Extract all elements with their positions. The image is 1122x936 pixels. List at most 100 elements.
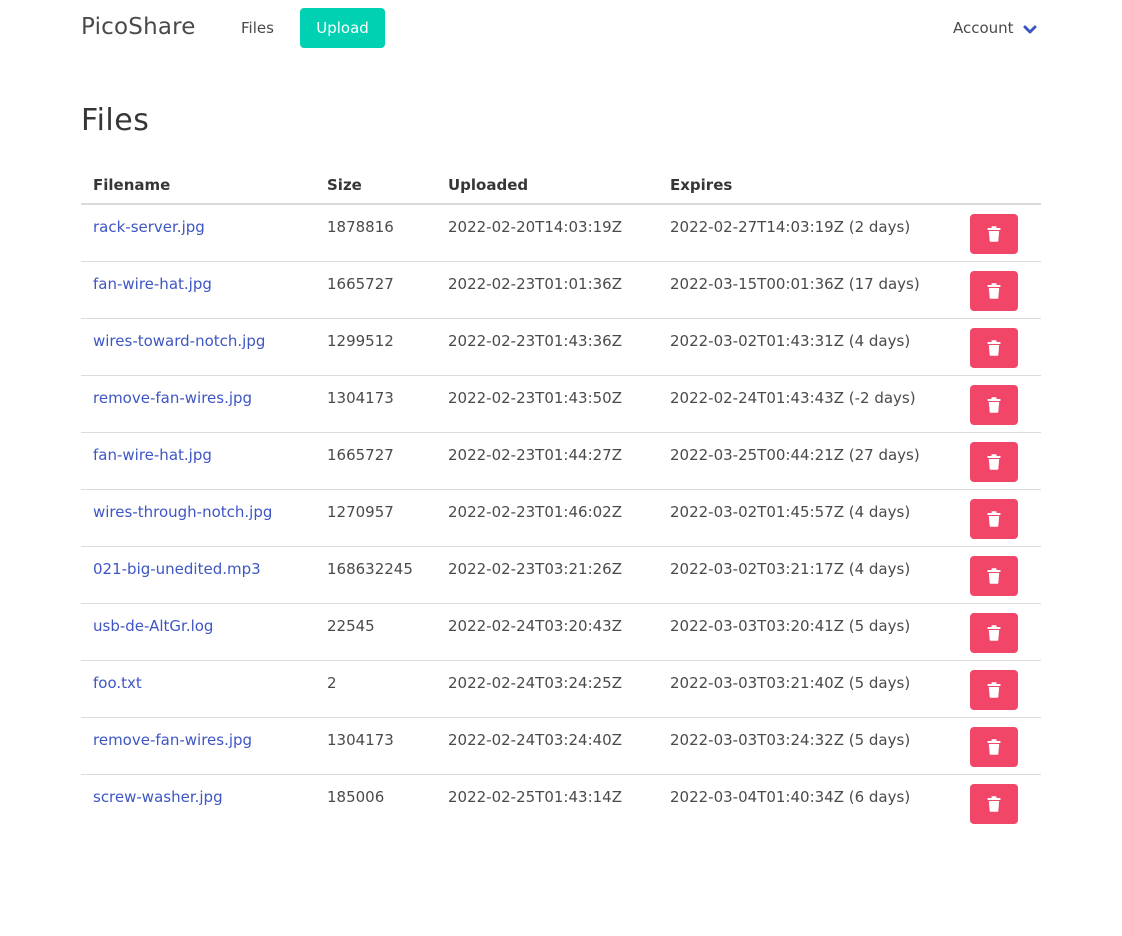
size-cell: 1665727 [315, 261, 436, 319]
delete-button[interactable] [970, 783, 1018, 824]
actions-cell [958, 318, 1041, 376]
files-table: Filename Size Uploaded Expires rack-serv… [81, 166, 1041, 831]
actions-cell [958, 261, 1041, 319]
uploaded-cell: 2022-02-24T03:20:43Z [436, 603, 658, 661]
trash-icon [987, 453, 1001, 470]
header-filename: Filename [81, 166, 315, 205]
brand-logo[interactable]: PicoShare [81, 14, 196, 40]
filename-cell: rack-server.jpg [81, 204, 315, 262]
file-link[interactable]: rack-server.jpg [93, 218, 205, 236]
file-link[interactable]: fan-wire-hat.jpg [93, 446, 212, 464]
expires-cell: 2022-03-03T03:20:41Z (5 days) [658, 603, 958, 661]
actions-cell [958, 717, 1041, 775]
table-row: screw-washer.jpg 185006 2022-02-25T01:43:1… [81, 774, 1041, 831]
size-cell: 1270957 [315, 489, 436, 547]
delete-button[interactable] [970, 327, 1018, 368]
navbar: PicoShare Files Upload Account [0, 0, 1122, 58]
delete-button[interactable] [970, 612, 1018, 653]
size-cell: 1878816 [315, 204, 436, 262]
filename-cell: remove-fan-wires.jpg [81, 375, 315, 433]
actions-cell [958, 432, 1041, 490]
size-cell: 2 [315, 660, 436, 718]
table-row: foo.txt 2 2022-02-24T03:24:25Z 2022-03-03T0… [81, 660, 1041, 718]
delete-button[interactable] [970, 555, 1018, 596]
table-header-row: Filename Size Uploaded Expires [81, 166, 1041, 205]
uploaded-cell: 2022-02-23T01:43:36Z [436, 318, 658, 376]
expires-cell: 2022-03-03T03:21:40Z (5 days) [658, 660, 958, 718]
actions-cell [958, 660, 1041, 718]
filename-cell: 021-big-unedited.mp3 [81, 546, 315, 604]
file-link[interactable]: screw-washer.jpg [93, 788, 223, 806]
file-link[interactable]: foo.txt [93, 674, 142, 692]
file-link[interactable]: 021-big-unedited.mp3 [93, 560, 261, 578]
size-cell: 1299512 [315, 318, 436, 376]
uploaded-cell: 2022-02-23T01:01:36Z [436, 261, 658, 319]
actions-cell [958, 375, 1041, 433]
delete-button[interactable] [970, 441, 1018, 482]
size-cell: 1665727 [315, 432, 436, 490]
table-row: 021-big-unedited.mp3 168632245 2022-02-23T… [81, 546, 1041, 604]
expires-cell: 2022-02-24T01:43:43Z (-2 days) [658, 375, 958, 433]
trash-icon [987, 396, 1001, 413]
table-row: rack-server.jpg 1878816 2022-02-20T14:03:1… [81, 204, 1041, 262]
header-size: Size [315, 166, 436, 205]
table-row: wires-toward-notch.jpg 1299512 2022-02-23T… [81, 318, 1041, 376]
delete-button[interactable] [970, 498, 1018, 539]
delete-button[interactable] [970, 214, 1018, 254]
size-cell: 168632245 [315, 546, 436, 604]
filename-cell: fan-wire-hat.jpg [81, 261, 315, 319]
expires-cell: 2022-03-02T01:45:57Z (4 days) [658, 489, 958, 547]
trash-icon [987, 624, 1001, 641]
delete-button[interactable] [970, 270, 1018, 311]
trash-icon [987, 226, 1001, 242]
uploaded-cell: 2022-02-23T01:46:02Z [436, 489, 658, 547]
header-actions [958, 166, 1041, 205]
file-link[interactable]: remove-fan-wires.jpg [93, 389, 252, 407]
file-link[interactable]: fan-wire-hat.jpg [93, 275, 212, 293]
nav-files-link[interactable]: Files [241, 19, 274, 37]
chevron-down-icon [1022, 22, 1038, 34]
trash-icon [987, 795, 1001, 812]
account-label: Account [953, 19, 1014, 37]
uploaded-cell: 2022-02-20T14:03:19Z [436, 204, 658, 262]
uploaded-cell: 2022-02-24T03:24:40Z [436, 717, 658, 775]
delete-button[interactable] [970, 726, 1018, 767]
actions-cell [958, 603, 1041, 661]
actions-cell [958, 774, 1041, 831]
size-cell: 22545 [315, 603, 436, 661]
trash-icon [987, 567, 1001, 584]
size-cell: 185006 [327, 787, 385, 806]
page-title: Files [81, 103, 150, 138]
uploaded-cell: 2022-02-23T01:44:27Z [436, 432, 658, 490]
filename-cell: wires-through-notch.jpg [81, 489, 315, 547]
trash-icon [987, 339, 1001, 356]
filename-cell: remove-fan-wires.jpg [81, 717, 315, 775]
account-menu[interactable]: Account [953, 19, 1038, 37]
filename-cell: usb-de-AltGr.log [81, 603, 315, 661]
table-row: remove-fan-wires.jpg 1304173 2022-02-24T03… [81, 717, 1041, 775]
filename-cell: screw-washer.jpg [81, 774, 315, 831]
expires-cell: 2022-03-03T03:24:32Z (5 days) [658, 717, 958, 775]
uploaded-cell: 2022-02-23T01:43:50Z [436, 375, 658, 433]
table-row: wires-through-notch.jpg 1270957 2022-02-23… [81, 489, 1041, 547]
expires-cell: 2022-03-02T03:21:17Z (4 days) [658, 546, 958, 604]
size-cell: 1304173 [315, 375, 436, 433]
actions-cell [958, 204, 1041, 262]
trash-icon [987, 738, 1001, 755]
file-link[interactable]: wires-toward-notch.jpg [93, 332, 265, 350]
file-link[interactable]: usb-de-AltGr.log [93, 617, 213, 635]
actions-cell [958, 489, 1041, 547]
delete-button[interactable] [970, 384, 1018, 425]
table-row: remove-fan-wires.jpg 1304173 2022-02-23T01… [81, 375, 1041, 433]
uploaded-cell: 2022-02-23T03:21:26Z [436, 546, 658, 604]
expires-cell: 2022-03-15T00:01:36Z (17 days) [658, 261, 958, 319]
header-expires: Expires [658, 166, 958, 205]
expires-cell: 2022-03-25T00:44:21Z (27 days) [658, 432, 958, 490]
uploaded-cell: 2022-02-24T03:24:25Z [436, 660, 658, 718]
file-link[interactable]: wires-through-notch.jpg [93, 503, 272, 521]
file-link[interactable]: remove-fan-wires.jpg [93, 731, 252, 749]
delete-button[interactable] [970, 669, 1018, 710]
upload-button[interactable]: Upload [300, 8, 385, 48]
trash-icon [987, 282, 1001, 299]
size-cell: 1304173 [315, 717, 436, 775]
